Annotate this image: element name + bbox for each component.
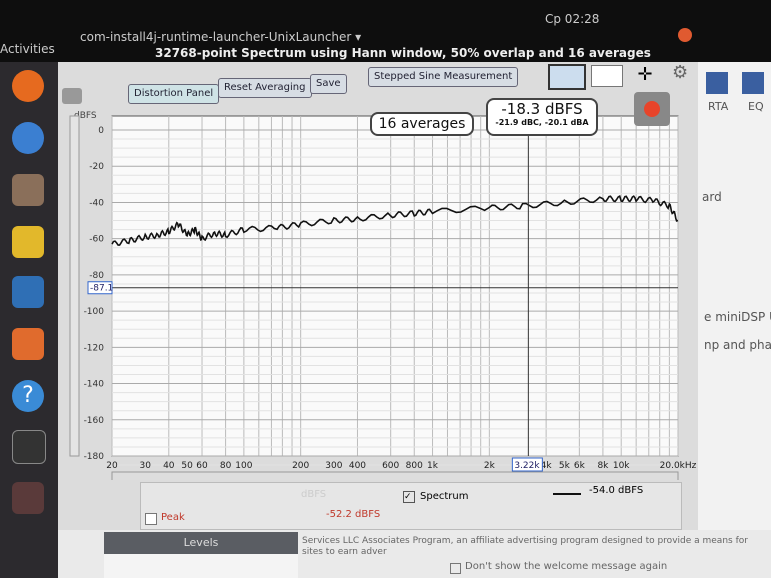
y-tick-label: -20 (89, 162, 104, 172)
text-fragment: np and pha (704, 338, 771, 352)
gear-icon[interactable]: ⚙ (672, 62, 688, 83)
x-tick-label: 600 (382, 461, 399, 471)
activities-button[interactable]: Activities (0, 42, 55, 56)
eq-label: EQ (748, 100, 764, 113)
stepped-sine-button[interactable]: Stepped Sine Measurement (368, 67, 519, 87)
move-icon[interactable]: ✛ (630, 64, 660, 86)
x-tick-label: 200 (292, 461, 309, 471)
rew-icon[interactable] (12, 482, 44, 514)
footer-text: Services LLC Associates Program, an affi… (302, 536, 748, 557)
spectrum-label: Spectrum (420, 491, 469, 502)
x-tick-label: 2k (484, 461, 496, 471)
spectrum-value: -54.0 dBFS (589, 485, 644, 496)
level-value: -18.3 dBFS (501, 100, 583, 118)
x-tick-label: 10k (613, 461, 630, 471)
y-tick-label: -120 (84, 343, 105, 353)
rta-icon[interactable] (706, 72, 728, 94)
spectrum-line (553, 493, 581, 495)
vertical-scrollbar[interactable] (69, 115, 80, 457)
y-tick-label: -180 (84, 452, 105, 462)
spectrum-chart[interactable]: dBFS0-20-40-60-80-100-120-140-160-18020 3… (60, 100, 700, 480)
x-tick-label: 1k (427, 461, 439, 471)
peak-value: -52.2 dBFS (326, 509, 381, 520)
levels-title: Levels (183, 536, 219, 549)
x-tick-label: 5k (559, 461, 571, 471)
weighted-levels: -21.9 dBC, -20.1 dBA (495, 118, 589, 127)
x-tick-label: 20 (106, 461, 118, 471)
top-bar: Activities com-install4j-runtime-launche… (0, 0, 771, 62)
levels-header: Levels (104, 532, 298, 554)
save-button[interactable]: Save (310, 74, 347, 94)
cursor-freq-readout: 3.22k (514, 461, 540, 471)
writer-icon[interactable] (12, 276, 44, 308)
reset-averaging-button[interactable]: Reset Averaging (218, 78, 312, 98)
plot-area (111, 115, 679, 457)
firefox-icon[interactable] (12, 70, 44, 102)
x-tick-label: 60 (196, 461, 208, 471)
x-tick-label: 20.0kHz (660, 461, 697, 471)
columns-icon[interactable] (591, 65, 623, 87)
close-icon[interactable] (678, 28, 692, 42)
thunderbird-icon[interactable] (12, 122, 44, 154)
x-tick-label: 300 (325, 461, 342, 471)
text-fragment: ard (702, 190, 722, 204)
x-tick-label: 6k (574, 461, 586, 471)
x-tick-label: 400 (349, 461, 366, 471)
dont-show-label: Don't show the welcome message again (465, 561, 668, 572)
eq-icon[interactable] (742, 72, 764, 94)
software-icon[interactable] (12, 328, 44, 360)
y-tick-label: 0 (98, 126, 104, 136)
rhythmbox-icon[interactable] (12, 226, 44, 258)
faded-label: dBFS (301, 489, 327, 500)
view-mode-icon[interactable] (548, 64, 586, 90)
files-icon[interactable] (12, 174, 44, 206)
level-readout: -18.3 dBFS -21.9 dBC, -20.1 dBA (486, 98, 598, 136)
x-tick-label: 80 (220, 461, 232, 471)
x-tick-label: 40 (163, 461, 175, 471)
y-tick-label: -60 (89, 235, 104, 245)
terminal-icon[interactable] (12, 430, 46, 464)
dock: ? (0, 62, 58, 578)
peak-label: Peak (161, 512, 185, 523)
x-tick-label: 50 (181, 461, 193, 471)
spectrum-checkbox[interactable]: ✓ (403, 491, 415, 503)
cursor-level-readout: -87.1 (90, 284, 113, 294)
averages-readout: 16 averages (370, 112, 474, 136)
record-button[interactable] (634, 92, 670, 126)
levels-panel: Levels (104, 532, 298, 578)
y-tick-label: -140 (84, 380, 105, 390)
legend-panel: dBFS ✓ Spectrum -54.0 dBFS Peak -52.2 dB… (140, 482, 682, 530)
dont-show-checkbox[interactable] (450, 563, 461, 574)
x-tick-label: 100 (235, 461, 252, 471)
rta-label: RTA (708, 100, 729, 113)
x-tick-label: 30 (139, 461, 151, 471)
help-icon[interactable]: ? (12, 380, 44, 412)
window-title: 32768-point Spectrum using Hann window, … (155, 46, 651, 60)
y-tick-label: -80 (89, 271, 104, 281)
record-icon (644, 101, 660, 117)
y-tick-label: -160 (84, 416, 105, 426)
peak-checkbox[interactable] (145, 513, 157, 525)
x-tick-label: 800 (406, 461, 423, 471)
y-tick-label: -100 (84, 307, 105, 317)
clock[interactable]: Cp 02:28 (545, 12, 599, 26)
text-fragment: e miniDSP U (704, 310, 771, 324)
right-panel: RTA EQ ard e miniDSP U np and pha (698, 62, 771, 530)
y-tick-label: -40 (89, 198, 104, 208)
x-tick-label: 8k (597, 461, 609, 471)
app-menu[interactable]: com-install4j-runtime-launcher-UnixLaunc… (80, 30, 361, 44)
horizontal-scrollbar[interactable] (111, 471, 679, 480)
